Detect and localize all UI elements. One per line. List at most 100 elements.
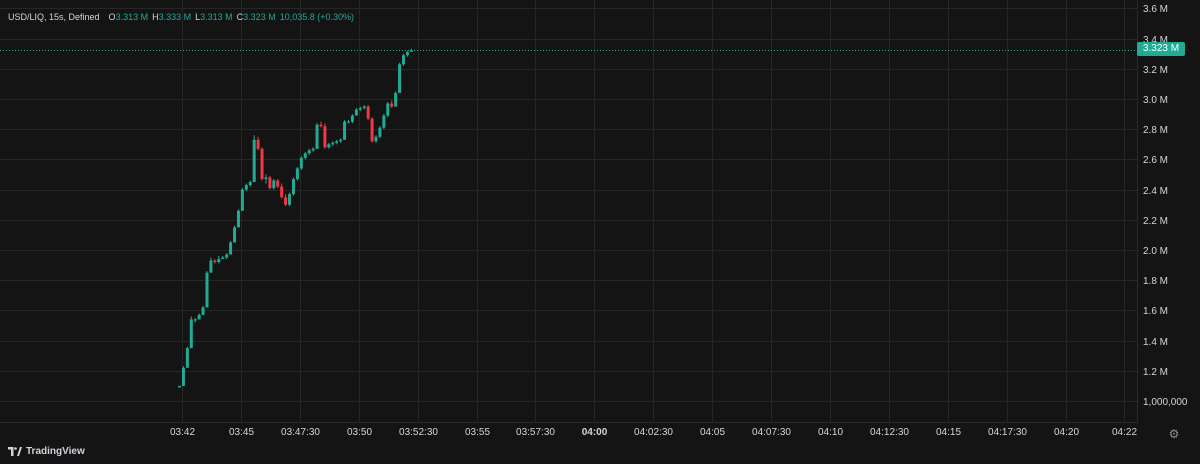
y-tick-label: 1.2 M [1143,367,1168,378]
candle-body [276,180,280,187]
candle-body [350,115,354,122]
gear-icon[interactable]: ⚙ [1167,427,1181,441]
candle-body [221,257,225,260]
candle [225,253,229,260]
candle-body [366,106,370,119]
candle [189,316,193,349]
candle-body [197,314,201,320]
candle-body [272,180,276,189]
candle-body [233,227,237,243]
candle-body [343,121,347,140]
candle [374,135,378,143]
open-value: 3.313 M [115,12,149,22]
candle [343,120,347,140]
last-price-tag: 3.323 M [1137,42,1185,56]
candle [209,257,213,273]
candle [319,121,323,128]
candle-body [315,124,319,149]
candle [178,385,181,388]
chart-grid [0,0,1137,422]
symbol-title[interactable]: USD/LIQ, 15s, Defined [8,11,100,23]
y-tick-label: 1.6 M [1143,306,1168,317]
candle-body [323,126,327,148]
x-tick-label: 03:52:30 [399,427,438,438]
candle-body [358,108,362,110]
candle [311,147,315,152]
candle-body [284,197,288,205]
y-tick-label: 2.8 M [1143,125,1168,136]
candle [303,151,307,160]
open-label: O [108,12,116,22]
price-chart[interactable]: 1,000,000 1.2 M 1.4 M 1.6 M 1.8 M 2.0 M 2.2 M 2… [0,0,1200,464]
y-tick-label: 1,000,000 [1143,397,1188,408]
candle [394,91,398,107]
x-tick-label: 04:15 [936,427,961,438]
candle [185,346,189,368]
candle-body [189,319,193,349]
candle-body [378,127,382,137]
candle [260,147,264,181]
candle-body [291,179,295,195]
candle-body [178,385,181,388]
price-axis[interactable]: 1,000,000 1.2 M 1.4 M 1.6 M 1.8 M 2.0 M 2.2 M 2… [1143,4,1188,408]
candle [280,183,284,199]
candle [272,179,276,190]
y-tick-label: 2.6 M [1143,155,1168,166]
candle-body [205,272,209,308]
candle-body [390,103,394,107]
candle-body [319,124,323,127]
candle [346,120,350,124]
x-tick-label: 03:45 [229,427,254,438]
y-tick-label: 3.2 M [1143,65,1168,76]
candle-body [217,259,221,263]
time-axis[interactable]: 03:42 03:45 03:47:30 03:50 03:52:30 03:55 03:5… [170,427,1137,438]
candle-body [346,121,350,123]
candle [350,114,354,124]
candle-body [229,242,233,255]
candle [284,194,288,207]
candle-body [252,139,256,183]
y-tick-label: 2.2 M [1143,216,1168,227]
candle [386,102,390,118]
y-tick-label: 3.6 M [1143,4,1168,15]
candle [229,240,233,255]
candle [181,366,185,386]
x-tick-label: 04:07:30 [752,427,791,438]
x-tick-label: 04:00 [582,427,608,438]
candle-body [209,260,213,273]
candle [205,271,209,308]
candle [213,259,217,264]
x-tick-label: 04:22 [1112,427,1137,438]
candle-body [382,115,386,128]
candle [331,141,335,146]
candle-body [264,177,268,180]
candle [398,62,402,93]
candle [327,142,331,149]
x-tick-label: 04:12:30 [870,427,909,438]
candle [193,317,197,323]
candle [288,192,292,207]
candle [354,108,358,116]
candle-body [409,50,413,52]
candle-body [307,150,311,154]
candle [201,305,205,315]
candle [382,114,386,130]
candle-body [311,148,315,151]
candle-body [280,186,284,198]
tradingview-brand[interactable]: TradingView [8,446,85,457]
candle-body [295,168,299,180]
candle [264,174,268,184]
candle-body [288,194,292,205]
candle-body [335,141,339,143]
candle-body [331,142,335,145]
candle [339,138,343,143]
change-value: 10,035.8 (+0.30%) [279,12,355,22]
candle [236,209,240,228]
candle [248,180,252,187]
candle [256,136,260,151]
candle-body [213,260,217,263]
candle [299,156,303,170]
candle [323,123,327,149]
x-tick-label: 04:10 [818,427,843,438]
candle [307,148,311,155]
